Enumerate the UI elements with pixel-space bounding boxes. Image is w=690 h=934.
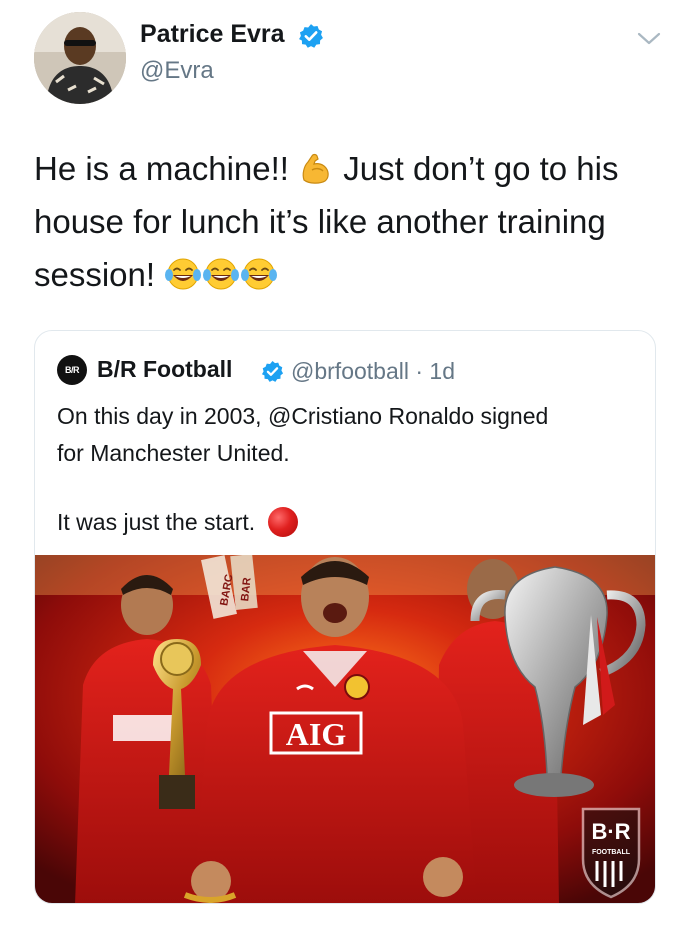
red-circle-emoji [267, 507, 298, 537]
bleacher-report-logo: B·R FOOTBALL [581, 807, 641, 899]
quoted-tweet-text: On this day in 2003, @Cristiano Ronaldo … [57, 398, 647, 541]
face-with-tears-of-joy-emoji [203, 258, 240, 290]
tweet-text: He is a machine!! Just don’t go to his h… [34, 142, 664, 301]
author-handle[interactable]: @Evra [140, 57, 214, 85]
chevron-down-icon[interactable] [636, 30, 662, 48]
logo-text: B·R [591, 819, 630, 844]
face-with-tears-of-joy-emoji [165, 258, 202, 290]
image-banner-text: BAR [239, 577, 253, 602]
tweet-text-segment: session! [34, 256, 165, 293]
verified-badge-icon [261, 360, 284, 382]
quoted-text-segment: It was just the start. [57, 509, 262, 535]
tweet-text-segment: He is a machine!! [34, 150, 299, 187]
tweet-text-segment: Just don’t go to his [334, 150, 619, 187]
quoted-author-handle[interactable]: @brfootball · 1d [291, 358, 455, 385]
image-shirt-sponsor: AIG [286, 716, 347, 752]
quoted-text-line: for Manchester United. [57, 440, 290, 466]
quoted-tweet-image[interactable]: BARC BAR AIG B·R FOOTBALL [35, 555, 655, 903]
quoted-text-line: On this day in 2003, @Cristiano Ronaldo … [57, 403, 549, 429]
face-with-tears-of-joy-emoji [241, 258, 278, 290]
quoted-author-avatar[interactable]: B/R [57, 355, 87, 385]
logo-subtext: FOOTBALL [592, 849, 631, 856]
flexed-biceps-emoji [302, 153, 329, 184]
tweet-card: Patrice Evra @Evra He is a machine!! Jus… [0, 0, 690, 934]
author-avatar[interactable] [34, 12, 126, 104]
verified-badge-icon [299, 24, 323, 48]
author-name[interactable]: Patrice Evra [140, 20, 285, 49]
quoted-author-name[interactable]: B/R Football [97, 356, 232, 383]
tweet-text-line: house for lunch it’s like another traini… [34, 203, 606, 240]
quoted-tweet[interactable]: B/R B/R Football @brfootball · 1d On thi… [34, 330, 656, 904]
